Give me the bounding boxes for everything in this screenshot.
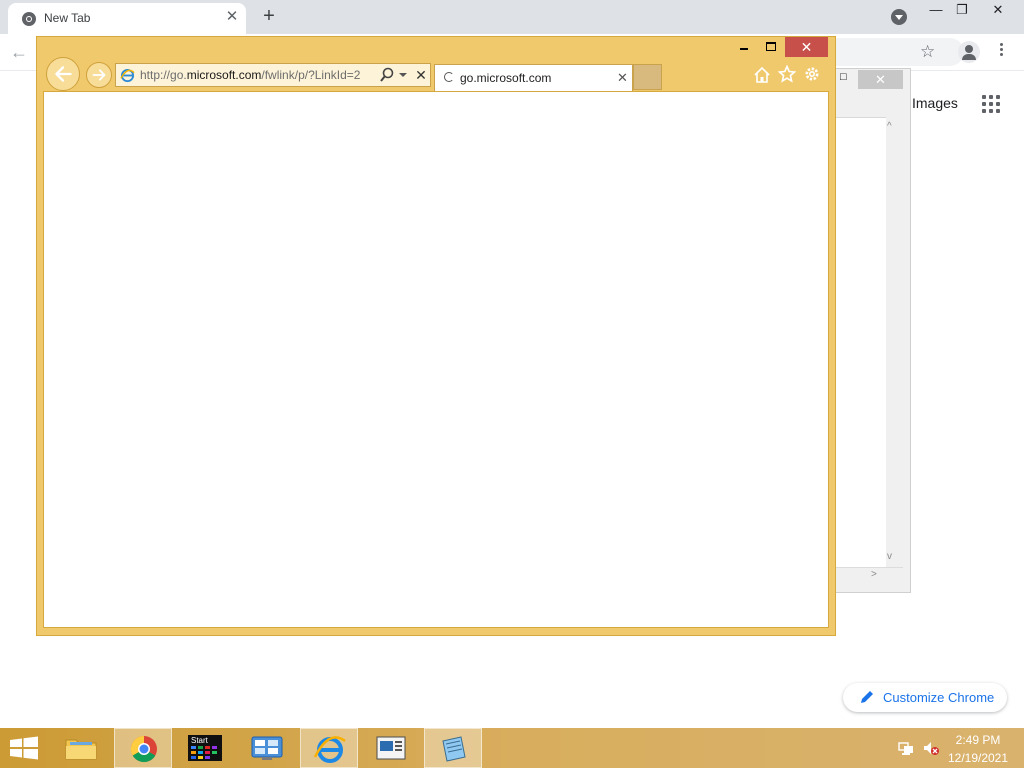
chrome-close-button[interactable]: ✕: [980, 0, 1016, 22]
background-window-maximize-icon[interactable]: □: [840, 71, 847, 83]
screen-app-icon: [376, 736, 406, 760]
url-domain: microsoft.com: [186, 68, 262, 82]
chrome-restore-button[interactable]: ❐: [944, 0, 980, 22]
clock-date[interactable]: 12/19/2021: [946, 751, 1010, 765]
background-window-horizontal-scrollbar[interactable]: [836, 567, 903, 585]
ie-maximize-button[interactable]: [762, 37, 780, 55]
chrome-tab-new-tab[interactable]: New Tab ✕: [8, 3, 246, 34]
pencil-icon: [861, 691, 873, 703]
taskbar-google-chrome[interactable]: [114, 728, 172, 768]
ie-url-text[interactable]: http://go.microsoft.com/fwlink/p/?LinkId…: [140, 68, 376, 82]
control-panel-icon: [251, 736, 283, 760]
ie-minimize-button[interactable]: [735, 37, 753, 55]
url-path: /fwlink/p/?LinkId=2: [261, 68, 361, 82]
volume-muted-icon[interactable]: [922, 740, 940, 756]
chrome-tab-search-icon[interactable]: [891, 9, 907, 25]
chrome-account-icon[interactable]: [958, 41, 980, 63]
background-window-close-button[interactable]: ✕: [858, 70, 903, 89]
ie-address-dropdown-icon[interactable]: [399, 73, 407, 77]
ie-favorites-star-icon[interactable]: [778, 65, 796, 83]
taskbar-file-explorer[interactable]: [52, 728, 110, 768]
chrome-bookmark-star-icon[interactable]: ☆: [920, 42, 935, 62]
windows-logo-icon: [10, 736, 38, 760]
scroll-right-arrow-icon[interactable]: >: [871, 569, 877, 580]
taskbar-screen-app[interactable]: [362, 728, 420, 768]
ie-tab-close-icon[interactable]: ✕: [617, 70, 628, 86]
scroll-down-arrow-icon[interactable]: v: [887, 551, 892, 562]
clock-time[interactable]: 2:49 PM: [946, 733, 1010, 747]
chrome-tab-close-icon[interactable]: ✕: [223, 8, 241, 26]
taskbar-control-panel[interactable]: [238, 728, 296, 768]
images-link[interactable]: Images: [912, 95, 958, 111]
internet-explorer-icon: [313, 736, 346, 763]
customize-chrome-label: Customize Chrome: [883, 690, 995, 705]
scroll-up-arrow-icon[interactable]: ^: [887, 121, 892, 132]
background-window-content: [836, 117, 886, 568]
ie-tab-title: go.microsoft.com: [460, 71, 552, 85]
ie-home-icon[interactable]: [753, 66, 771, 84]
ie-tools-gear-icon[interactable]: [803, 65, 821, 83]
ie-address-bar[interactable]: http://go.microsoft.com/fwlink/p/?LinkId…: [115, 63, 431, 87]
chrome-new-tab-button[interactable]: +: [258, 6, 280, 28]
chrome-app-icon: [130, 735, 157, 763]
ie-tab-go-microsoft[interactable]: go.microsoft.com ✕: [434, 64, 633, 91]
folder-icon: [65, 739, 97, 760]
chrome-menu-icon[interactable]: [1000, 43, 1004, 58]
taskbar-internet-explorer[interactable]: [300, 728, 358, 768]
ie-new-tab-button[interactable]: [633, 64, 662, 90]
ie-back-button[interactable]: [46, 57, 80, 91]
ie-close-button[interactable]: ✕: [785, 37, 828, 57]
ie-stop-icon[interactable]: ✕: [414, 65, 428, 85]
taskbar-start-tiles[interactable]: Start: [176, 728, 234, 768]
ie-forward-button[interactable]: [86, 62, 112, 88]
network-tray-icon[interactable]: [898, 740, 914, 756]
chrome-logo-icon: [22, 12, 36, 26]
ie-page-content[interactable]: [43, 91, 829, 628]
url-prefix: http://go.: [140, 68, 187, 82]
chrome-tab-title: New Tab: [44, 11, 91, 25]
google-apps-icon[interactable]: [982, 95, 1000, 113]
loading-spinner-icon: [444, 72, 454, 82]
start-tiles-icon: Start: [188, 735, 222, 761]
notepad-icon: [442, 736, 466, 762]
ie-search-icon[interactable]: [379, 66, 395, 84]
svg-text:Start: Start: [191, 736, 209, 745]
ie-page-icon: [120, 68, 135, 83]
start-button[interactable]: [0, 728, 48, 768]
background-window-vertical-scrollbar[interactable]: [886, 119, 903, 567]
customize-chrome-button[interactable]: Customize Chrome: [843, 683, 1007, 712]
taskbar-notepad[interactable]: [424, 728, 482, 768]
chrome-back-icon[interactable]: ←: [10, 42, 28, 63]
